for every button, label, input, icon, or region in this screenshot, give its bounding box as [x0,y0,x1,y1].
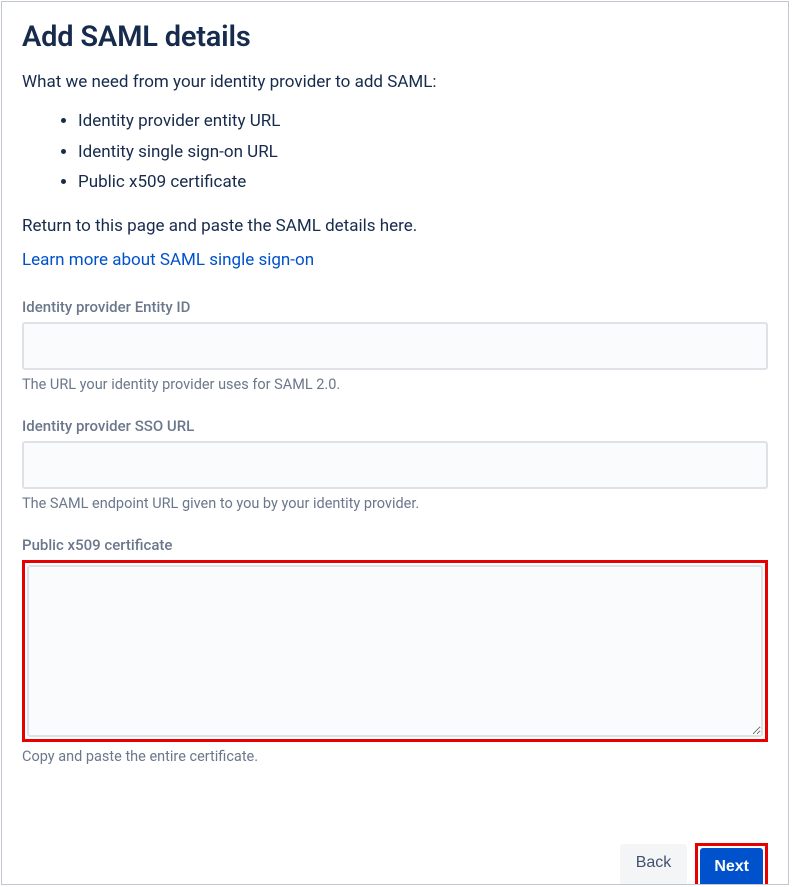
list-item: Identity provider entity URL [78,106,768,137]
certificate-textarea[interactable] [27,565,763,737]
intro-text: What we need from your identity provider… [22,72,768,92]
saml-details-panel: Add SAML details What we need from your … [1,1,789,885]
entity-id-label: Identity provider Entity ID [22,298,768,316]
entity-id-input[interactable] [22,322,768,370]
learn-more-link[interactable]: Learn more about SAML single sign-on [22,250,314,270]
back-button[interactable]: Back [620,844,688,884]
sso-url-help: The SAML endpoint URL given to you by yo… [22,495,768,512]
certificate-help: Copy and paste the entire certificate. [22,748,768,765]
entity-id-help: The URL your identity provider uses for … [22,376,768,393]
return-instruction: Return to this page and paste the SAML d… [22,216,768,236]
next-button-highlight: Next [695,843,768,884]
certificate-label: Public x509 certificate [22,536,768,554]
sso-url-input[interactable] [22,441,768,489]
button-row: Back Next [620,843,768,884]
certificate-highlight [22,560,768,742]
list-item: Public x509 certificate [78,167,768,198]
requirements-list: Identity provider entity URL Identity si… [22,106,768,198]
list-item: Identity single sign-on URL [78,137,768,168]
sso-url-label: Identity provider SSO URL [22,417,768,435]
next-button[interactable]: Next [700,848,763,884]
page-title: Add SAML details [22,20,768,54]
